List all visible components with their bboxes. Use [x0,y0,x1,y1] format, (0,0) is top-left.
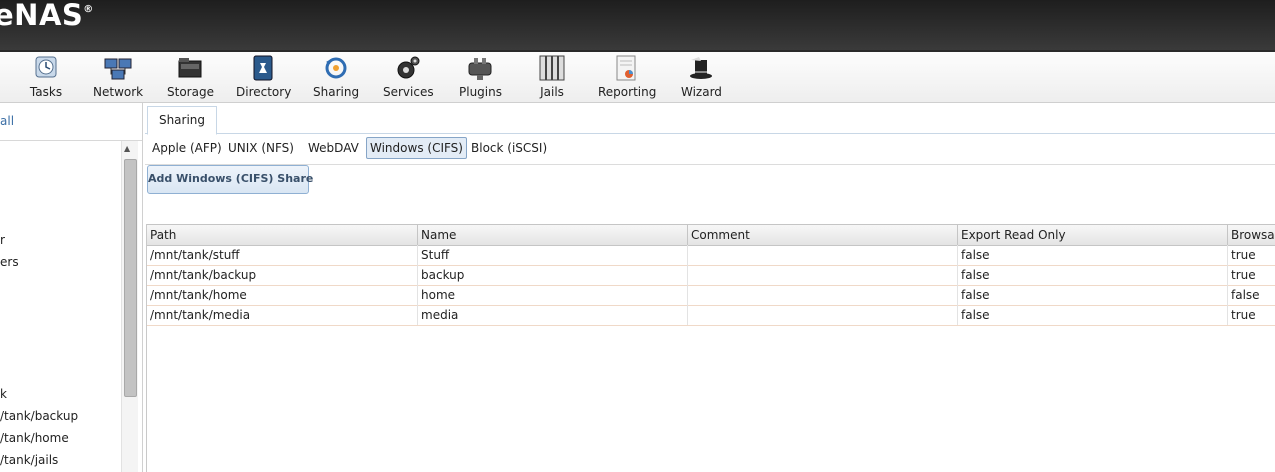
cell-browsable: true [1231,268,1256,282]
tree-item[interactable]: /tank/jails [0,453,58,467]
table-row[interactable]: /mnt/tank/backup backup false true [147,265,1275,286]
tree-item[interactable]: k [0,387,7,401]
cell-export-read-only: false [958,245,1228,265]
subtab-webdav[interactable]: WebDAV [304,137,363,159]
table-header: Path Name Comment Export Read Only Brows… [147,224,1275,246]
cell-path: /mnt/tank/stuff [147,245,418,265]
plugins-icon [468,58,492,80]
toolbar-plugins[interactable]: Plugins [459,55,502,99]
subtab-block-iscsi[interactable]: Block (iSCSI) [467,137,551,159]
cell-browsable: true [1231,308,1256,322]
cell-name: media [418,305,688,325]
tree-topbar: all [0,103,142,141]
column-header-name[interactable]: Name [418,225,688,245]
cell-name: home [418,285,688,305]
cell-comment [688,285,958,305]
storage-icon [178,58,202,78]
main-toolbar: Tasks Network Storage Directory Sharing … [0,52,1275,103]
column-header-export-read-only[interactable]: Export Read Only [958,225,1228,245]
add-cifs-share-button[interactable]: Add Windows (CIFS) Share [147,165,313,194]
scroll-up-arrow-icon[interactable]: ▲ [124,144,130,153]
column-header-comment[interactable]: Comment [688,225,958,245]
reporting-icon [616,55,636,81]
services-icon [397,56,420,79]
subtab-windows-cifs[interactable]: Windows (CIFS) [366,137,467,159]
cell-comment [688,265,958,285]
cell-name: Stuff [418,245,688,265]
subtab-apple-afp[interactable]: Apple (AFP) [148,137,226,159]
tab-bar: Sharing [145,103,1275,135]
app-header: eNAS® [0,0,1275,52]
cell-path: /mnt/tank/home [147,285,418,305]
shares-table: Path Name Comment Export Read Only Brows… [146,224,1275,472]
scrollbar-thumb[interactable] [124,159,137,397]
column-header-browsable[interactable]: Browsab [1228,225,1275,245]
cell-browsable: true [1231,248,1256,262]
collapse-all-link[interactable]: all [0,114,14,128]
toolbar-storage[interactable]: Storage [167,55,214,99]
toolbar-sharing[interactable]: Sharing [313,55,359,99]
subtab-unix-nfs[interactable]: UNIX (NFS) [224,137,298,159]
cell-export-read-only: false [958,285,1228,305]
toolbar-jails[interactable]: Jails [537,55,567,99]
tab-sharing[interactable]: Sharing [147,106,217,135]
tree-item[interactable]: /tank/backup [0,409,78,423]
wizard-icon [690,57,712,79]
table-row[interactable]: /mnt/tank/home home false false [147,285,1275,306]
table-row[interactable]: /mnt/tank/media media false true [147,305,1275,326]
column-header-path[interactable]: Path [147,225,418,245]
cell-export-read-only: false [958,265,1228,285]
cell-name: backup [418,265,688,285]
tree-item[interactable]: ers [0,255,19,269]
table-row[interactable]: /mnt/tank/stuff Stuff false true [147,245,1275,266]
tree-item[interactable]: /tank/home [0,431,69,445]
tree-scrollbar[interactable]: ▲ [121,141,138,472]
tasks-icon [35,56,57,78]
cell-path: /mnt/tank/backup [147,265,418,285]
cell-path: /mnt/tank/media [147,305,418,325]
cell-comment [688,305,958,325]
sharing-subtabs: Apple (AFP) UNIX (NFS) WebDAV Windows (C… [145,134,1275,165]
network-icon [104,58,132,80]
toolbar-reporting[interactable]: Reporting [598,55,656,99]
directory-icon [253,55,273,81]
cell-comment [688,245,958,265]
cell-browsable: false [1231,288,1260,302]
toolbar-wizard[interactable]: Wizard [681,55,722,99]
toolbar-tasks[interactable]: Tasks [28,55,64,99]
sharing-icon [325,57,347,79]
jails-icon [539,55,565,81]
toolbar-network[interactable]: Network [93,55,143,99]
toolbar-directory[interactable]: Directory [236,55,291,99]
navigation-tree: all r ers k /tank/backup /tank/home /tan… [0,103,143,472]
app-logo: eNAS® [0,0,94,32]
main-panel: Sharing Apple (AFP) UNIX (NFS) WebDAV Wi… [145,103,1275,472]
toolbar-services[interactable]: Services [383,55,434,99]
tree-item[interactable]: r [0,233,5,247]
cell-export-read-only: false [958,305,1228,325]
